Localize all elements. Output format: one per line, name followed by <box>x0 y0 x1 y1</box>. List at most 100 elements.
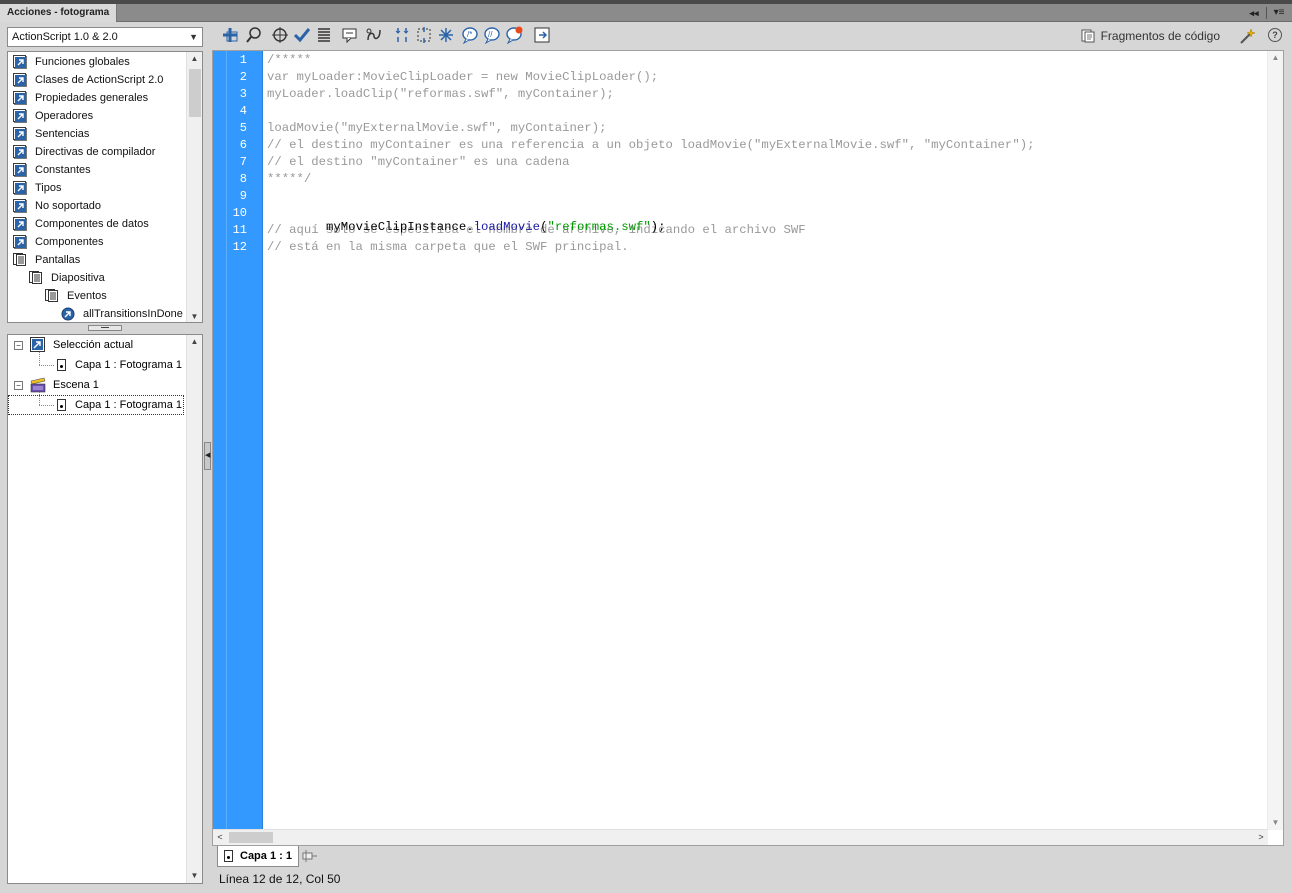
navigator-item[interactable]: Capa 1 : Fotograma 1 <box>8 392 184 415</box>
scroll-thumb[interactable] <box>229 832 273 843</box>
panel-tab-title[interactable]: Acciones - fotograma <box>0 4 118 22</box>
toolbox-item-label: No soportado <box>35 200 102 212</box>
toolbox-item[interactable]: allTransitionsInDone <box>8 305 186 322</box>
code-area[interactable]: /***** var myLoader:MovieClipLoader = new… <box>267 51 1267 830</box>
scroll-down-icon[interactable]: ▼ <box>1268 816 1283 830</box>
tree-connector <box>39 352 40 365</box>
code-snippets-icon <box>1081 29 1095 43</box>
find-icon[interactable] <box>245 26 263 44</box>
scroll-down-icon[interactable]: ▼ <box>187 310 202 322</box>
line-number: 8 <box>239 172 247 186</box>
navigator-item-label: Selección actual <box>53 339 134 351</box>
collapse-selection-icon[interactable] <box>415 26 433 44</box>
scroll-up-icon[interactable]: ▲ <box>187 335 202 349</box>
navigator-item[interactable]: − Escena 1 <box>9 376 185 394</box>
script-navigator: − Selección actual Capa 1 : Fotograma 1 − Es… <box>7 334 203 884</box>
selection-icon <box>30 337 45 352</box>
toolbox-item[interactable]: Tipos <box>8 179 186 197</box>
scroll-down-icon[interactable]: ▼ <box>187 869 202 883</box>
panel-title-bar: Acciones - fotograma ◂◂ ▾≡ <box>0 4 1292 22</box>
book-icon <box>13 181 26 194</box>
script-tab[interactable]: Capa 1 : 1 <box>217 846 299 867</box>
chevron-down-icon[interactable]: ▼ <box>189 28 198 46</box>
right-pane: /*// Fragmentos de código ? 1 2 3 4 5 6 7 8 9 10 1… <box>212 23 1292 893</box>
editor-horizontal-scrollbar[interactable]: < > <box>213 829 1268 845</box>
line-number: 6 <box>239 138 247 152</box>
show-hide-toolbox-icon[interactable] <box>533 26 551 44</box>
panel-menu-icon[interactable]: ▾≡ <box>1270 6 1288 20</box>
debug-options-icon[interactable] <box>365 26 383 44</box>
event-icon <box>61 307 75 321</box>
wizard-wand-icon[interactable] <box>1238 27 1256 45</box>
pin-script-icon[interactable] <box>302 849 318 863</box>
scroll-up-icon[interactable]: ▲ <box>187 52 202 66</box>
toolbox-item-label: Eventos <box>67 290 107 302</box>
toolbox-item[interactable]: Pantallas <box>8 251 186 269</box>
collapse-panel-icon[interactable]: ◂◂ <box>1246 6 1262 20</box>
code-snippets-button[interactable]: Fragmentos de código <box>1081 28 1220 46</box>
tree-connector <box>39 365 54 366</box>
line-number: 5 <box>239 121 247 135</box>
left-pane: ActionScript 1.0 & 2.0 ▼ Funciones globa… <box>0 23 204 893</box>
toolbox-item[interactable]: Sentencias <box>8 125 186 143</box>
toolbox-item-label: Directivas de compilador <box>35 146 156 158</box>
book-icon <box>13 55 26 68</box>
toolbox-scrollbar[interactable]: ▲ ▼ <box>186 52 202 322</box>
collapse-between-braces-icon[interactable] <box>393 26 411 44</box>
collapse-tree-icon[interactable]: − <box>14 341 23 350</box>
pane-splitter-handle[interactable] <box>88 325 122 331</box>
code-line-7: // el destino "myContainer" es una caden… <box>267 155 570 169</box>
toolbox-item[interactable]: Propiedades generales <box>8 89 186 107</box>
scroll-up-icon[interactable]: ▲ <box>1268 51 1283 65</box>
actions-toolbox: Funciones globales Clases de ActionScript… <box>7 51 203 323</box>
collapse-tree-icon[interactable]: − <box>14 381 23 390</box>
code-hint-icon[interactable] <box>341 26 359 44</box>
scroll-thumb[interactable] <box>189 69 201 117</box>
apply-line-comment-icon[interactable]: // <box>483 26 501 44</box>
apply-block-comment-icon[interactable]: /* <box>461 26 479 44</box>
tree-connector <box>39 392 40 405</box>
toolbox-item[interactable]: Constantes <box>8 161 186 179</box>
navigator-item[interactable]: − Selección actual <box>9 336 185 354</box>
code-line-12: // está en la misma carpeta que el SWF p… <box>267 240 629 254</box>
toolbox-item[interactable]: Funciones globales <box>8 53 186 71</box>
navigator-scrollbar[interactable]: ▲ ▼ <box>186 335 202 883</box>
title-separator <box>1266 7 1267 19</box>
toolbox-item[interactable]: Operadores <box>8 107 186 125</box>
open-book-icon <box>45 289 58 302</box>
line-number: 9 <box>239 189 247 203</box>
toolbox-item[interactable]: Clases de ActionScript 2.0 <box>8 71 186 89</box>
add-action-icon[interactable] <box>221 26 239 44</box>
toolbox-item[interactable]: Directivas de compilador <box>8 143 186 161</box>
check-syntax-icon[interactable] <box>293 26 311 44</box>
toolbox-item[interactable]: Eventos <box>8 287 186 305</box>
toolbox-item[interactable]: No soportado <box>8 197 186 215</box>
scene-clapper-icon <box>30 377 46 393</box>
svg-text:/*: /* <box>467 30 472 39</box>
line-number: 12 <box>232 240 247 254</box>
auto-format-icon[interactable] <box>315 26 333 44</box>
toolbox-item[interactable]: Componentes de datos <box>8 215 186 233</box>
help-icon[interactable]: ? <box>1268 28 1282 42</box>
toolbox-item[interactable]: Componentes <box>8 233 186 251</box>
scroll-right-icon[interactable]: > <box>1254 830 1268 845</box>
toolbox-item-label: Propiedades generales <box>35 92 149 104</box>
target-path-icon[interactable] <box>271 26 289 44</box>
language-version-select[interactable]: ActionScript 1.0 & 2.0 ▼ <box>7 27 203 47</box>
editor-vertical-scrollbar[interactable]: ▲ ▼ <box>1267 51 1283 830</box>
line-number-gutter[interactable]: 1 2 3 4 5 6 7 8 9 10 11 12 <box>213 51 263 830</box>
scroll-left-icon[interactable]: < <box>213 830 227 845</box>
script-editor[interactable]: 1 2 3 4 5 6 7 8 9 10 11 12 /***** var myLoader:Movie… <box>212 50 1284 846</box>
toolbox-item-label: Componentes <box>35 236 104 248</box>
code-token-string: "reformas.swf" <box>547 220 651 234</box>
code-line-5: loadMovie("myExternalMovie.swf", myConta… <box>267 121 607 135</box>
toolbox-item-label: Componentes de datos <box>35 218 149 230</box>
open-book-icon <box>13 253 26 266</box>
collapse-left-pane-handle[interactable]: ◀ <box>204 442 211 470</box>
navigator-item[interactable]: Capa 1 : Fotograma 1 <box>9 352 185 374</box>
toolbox-item[interactable]: Diapositiva <box>8 269 186 287</box>
toolbox-item-label: Operadores <box>35 110 94 122</box>
remove-comment-icon[interactable] <box>505 26 523 44</box>
expand-all-icon[interactable] <box>437 26 455 44</box>
code-line-8: *****/ <box>267 172 312 186</box>
